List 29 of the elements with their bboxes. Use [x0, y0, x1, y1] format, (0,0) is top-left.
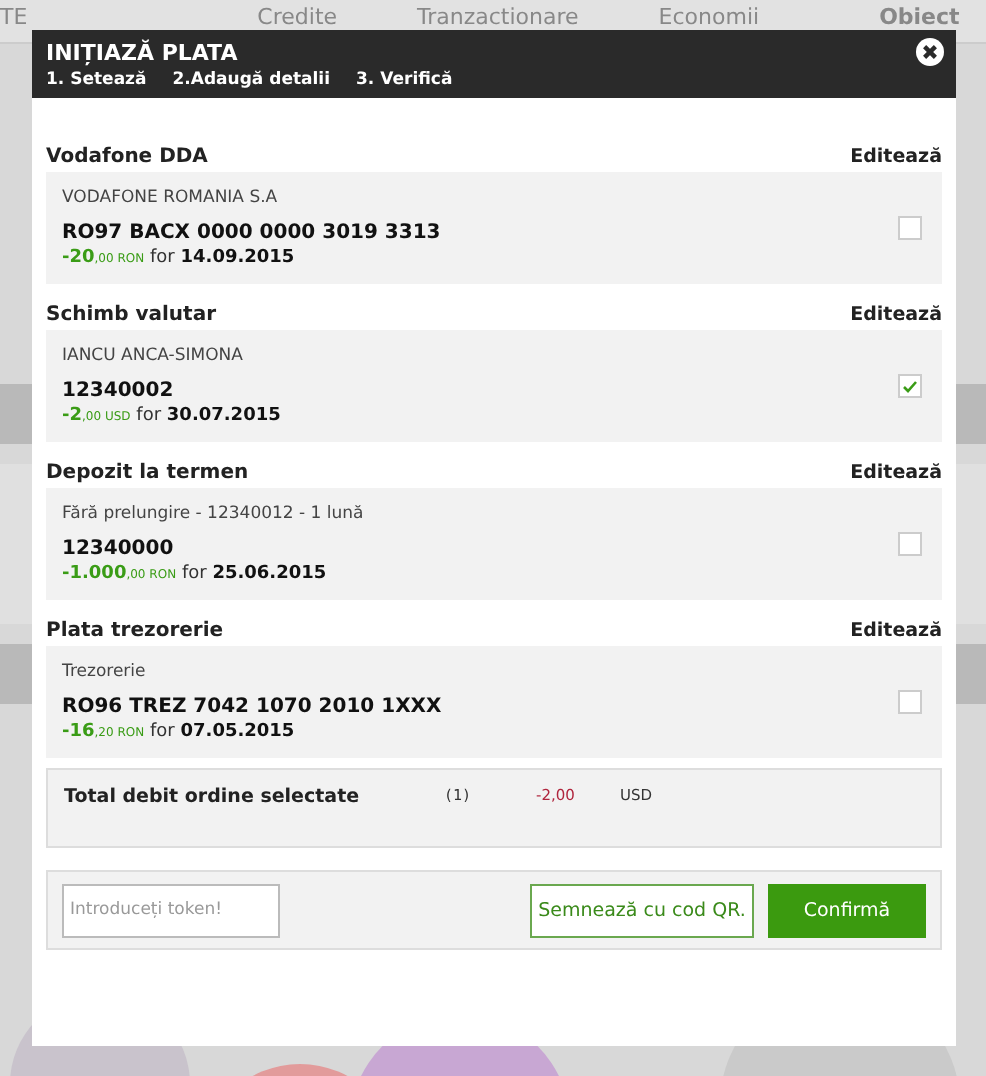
total-label: Total debit ordine selectate — [64, 786, 362, 808]
edit-link[interactable]: Editează — [850, 462, 942, 484]
checkbox[interactable] — [898, 690, 922, 714]
beneficiary-text: Trezorerie — [62, 662, 148, 682]
account-number: RO97 BACX 0000 0000 3019 3313 — [62, 222, 441, 244]
payment-name: Depozit la termen — [46, 462, 249, 484]
beneficiary-text: VODAFONE ROMANIA S.A — [62, 188, 280, 208]
dialog-title: INIȚIAZĂ PLATA — [46, 40, 238, 66]
checkbox[interactable] — [898, 374, 922, 398]
step-label: 2.Adaugă detalii — [172, 70, 331, 90]
confirm-button[interactable]: Confirmă — [768, 883, 926, 937]
edit-link[interactable]: Editează — [850, 304, 942, 326]
account-number: 12340000 — [62, 538, 176, 560]
checkbox[interactable] — [898, 216, 922, 240]
qr-sign-button[interactable]: Semnează cu cod QR. — [530, 883, 754, 937]
checkbox[interactable] — [898, 532, 922, 556]
step-label: 1. Setează — [46, 70, 147, 90]
beneficiary-text: IANCU ANCA-SIMONA — [62, 346, 245, 366]
edit-link[interactable]: Editează — [850, 620, 942, 642]
edit-link[interactable]: Editează — [850, 146, 942, 168]
account-number: 12340002 — [62, 380, 176, 402]
payment-name: Plata trezorerie — [46, 620, 224, 642]
payment-name: Vodafone DDA — [46, 146, 208, 168]
beneficiary-text: Fără prelungire - 12340012 - 1 lună — [62, 504, 364, 524]
close-icon[interactable] — [916, 38, 944, 66]
step-label: 3. Verifică — [356, 70, 453, 90]
account-number: RO96 TREZ 7042 1070 2010 1XXX — [62, 696, 442, 718]
token-field[interactable]: Introduceți token! — [62, 883, 280, 937]
payment-name: Schimb valutar — [46, 304, 217, 326]
